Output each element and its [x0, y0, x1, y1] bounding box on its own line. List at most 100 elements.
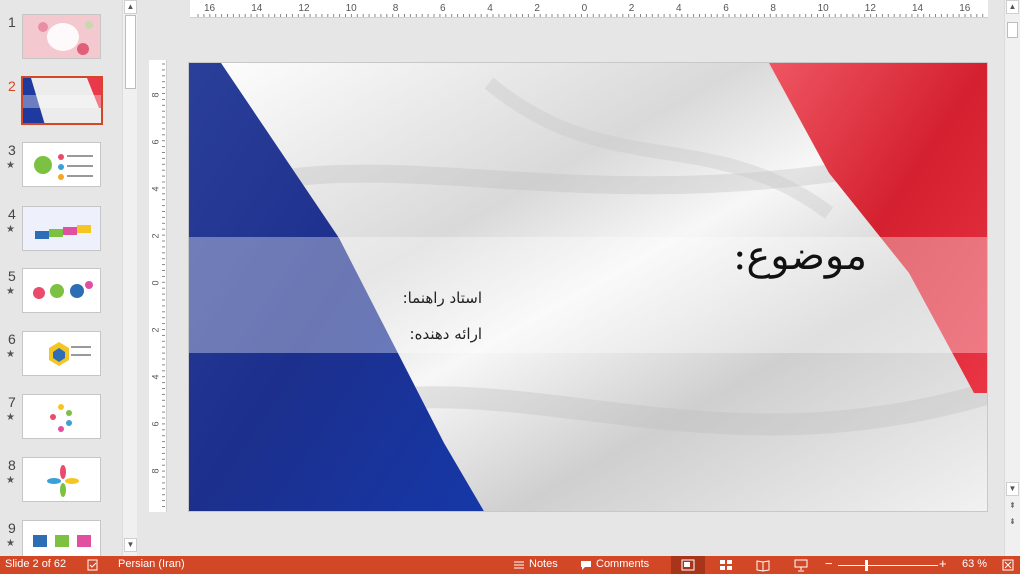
ruler-label: 6 [440, 3, 446, 14]
thumbnail-row-1[interactable]: 1 [0, 14, 122, 74]
ruler-label: 8 [392, 3, 399, 14]
previous-slide-icon[interactable]: ⇞ [1006, 500, 1019, 514]
fit-to-window-icon[interactable] [1001, 558, 1015, 572]
ruler-ticks [162, 63, 165, 507]
thumbnail-content [34, 154, 93, 180]
slide-thumbnail-7[interactable] [22, 394, 101, 439]
language-indicator[interactable]: Persian (Iran) [118, 558, 185, 570]
ruler-label: 14 [251, 3, 263, 14]
spell-check-icon[interactable] [86, 558, 100, 572]
thumbnail-row-8[interactable]: 8 ★ [0, 457, 122, 517]
scrollbar-thumb[interactable] [125, 15, 136, 89]
normal-view-button[interactable] [671, 556, 705, 574]
thumbnail-row-2[interactable]: 2 [0, 76, 122, 138]
slide-title[interactable]: موضوع: [733, 233, 867, 279]
notes-button[interactable]: Notes [529, 558, 558, 570]
vertical-ruler: 8 6 4 2 0 2 4 6 8 [149, 60, 167, 512]
ruler-label: 2 [150, 233, 161, 239]
ruler-label: 2 [534, 3, 540, 14]
slide-number: 3 [8, 142, 16, 158]
ruler-label: 4 [487, 3, 493, 14]
ruler-label: 4 [150, 374, 161, 380]
scroll-up-icon[interactable]: ▲ [1006, 0, 1019, 14]
zoom-slider[interactable] [838, 565, 938, 566]
slide-thumbnail-5[interactable] [22, 268, 101, 313]
notes-icon[interactable] [512, 558, 526, 572]
thumbnail-row-4[interactable]: 4 ★ [0, 206, 122, 266]
thumbnail-row-7[interactable]: 7 ★ [0, 394, 122, 454]
ruler-label: 0 [150, 280, 161, 286]
thumbnail-row-9[interactable]: 9 ★ [0, 520, 122, 556]
thumbnail-content [35, 225, 91, 239]
ruler-label: 12 [298, 3, 310, 14]
slide-number: 2 [8, 78, 16, 94]
animation-star-icon: ★ [6, 160, 15, 171]
slide-number: 1 [8, 14, 16, 30]
animation-star-icon: ★ [6, 349, 15, 360]
slide-number: 7 [8, 394, 16, 410]
next-slide-icon[interactable]: ⇟ [1006, 516, 1019, 530]
thumbnail-content [33, 535, 91, 547]
slide-thumbnail-9[interactable] [22, 520, 101, 556]
slide-thumbnail-3[interactable] [22, 142, 101, 187]
ruler-label: 10 [817, 3, 829, 14]
thumbnail-floral-art [38, 21, 93, 55]
slide-thumbnail-4[interactable] [22, 206, 101, 251]
slide-thumbnail-panel: 1 2 3 ★ 4 ★ 5 ★ 6 ★ 7 ★ 8 ★ 9 ★ ▲ ▼ [0, 0, 139, 556]
comments-icon[interactable] [579, 558, 593, 572]
horizontal-ruler: 16 14 12 10 8 6 4 2 0 2 4 6 8 10 12 14 16 [190, 0, 988, 18]
powerpoint-window: 1 2 3 ★ 4 ★ 5 ★ 6 ★ 7 ★ 8 ★ 9 ★ ▲ ▼ 16 1… [0, 0, 1020, 574]
zoom-slider-thumb[interactable] [865, 560, 868, 571]
slide-counter: Slide 2 of 62 [5, 558, 67, 570]
slide-thumbnail-6[interactable] [22, 331, 101, 376]
zoom-in-icon[interactable]: + [939, 556, 947, 571]
thumbnail-scrollbar[interactable]: ▲ ▼ [122, 0, 137, 556]
ruler-label: 16 [959, 3, 971, 14]
thumbnail-content [50, 404, 72, 432]
ruler-label: 8 [150, 468, 161, 474]
ruler-label: 14 [912, 3, 924, 14]
slide-thumbnail-2[interactable] [21, 76, 103, 125]
supervisor-label[interactable]: استاد راهنما: [403, 289, 482, 307]
slide-number: 8 [8, 457, 16, 473]
comments-button[interactable]: Comments [596, 558, 649, 570]
thumbnail-french-flag [23, 78, 101, 123]
ruler-label: 6 [150, 139, 161, 145]
ruler-label: 12 [864, 3, 876, 14]
ruler-label: 2 [628, 3, 635, 14]
ruler-label: 6 [723, 3, 729, 14]
french-flag-background [189, 63, 987, 511]
slide-canvas[interactable]: موضوع: استاد راهنما: ارائه دهنده: [188, 62, 988, 512]
slide-number: 5 [8, 268, 16, 284]
scrollbar-thumb[interactable] [1007, 22, 1018, 38]
animation-star-icon: ★ [6, 224, 15, 235]
presenter-label[interactable]: ارائه دهنده: [410, 325, 482, 343]
thumbnail-row-6[interactable]: 6 ★ [0, 331, 122, 391]
thumbnail-content [49, 342, 91, 366]
ruler-label: 16 [204, 3, 216, 14]
thumbnail-row-3[interactable]: 3 ★ [0, 142, 122, 202]
slide-show-icon[interactable] [794, 558, 808, 572]
thumbnail-row-5[interactable]: 5 ★ [0, 268, 122, 328]
ruler-label: 6 [150, 421, 161, 427]
thumbnail-content [33, 281, 93, 299]
slide-thumbnail-1[interactable] [22, 14, 101, 59]
ruler-label: 8 [150, 92, 161, 98]
status-bar: Slide 2 of 62 Persian (Iran) Notes Comme… [0, 556, 1020, 574]
ruler-label: 10 [345, 3, 357, 14]
slide-sorter-icon[interactable] [719, 558, 733, 572]
scroll-down-icon[interactable]: ▼ [1006, 482, 1019, 496]
reading-view-icon[interactable] [756, 558, 770, 572]
ruler-label: 8 [770, 3, 776, 14]
ruler-label: 4 [150, 186, 161, 192]
scroll-up-icon[interactable]: ▲ [124, 0, 137, 14]
thumbnail-content [47, 465, 79, 497]
slide-number: 6 [8, 331, 16, 347]
scroll-down-icon[interactable]: ▼ [124, 538, 137, 552]
slide-thumbnail-8[interactable] [22, 457, 101, 502]
ruler-label: 4 [676, 3, 682, 14]
zoom-level[interactable]: 63 % [962, 558, 987, 570]
editor-vertical-scrollbar[interactable]: ▲ ▼ ⇞ ⇟ [1004, 0, 1020, 556]
zoom-out-icon[interactable]: − [825, 556, 833, 571]
ruler-label: 2 [150, 327, 161, 333]
